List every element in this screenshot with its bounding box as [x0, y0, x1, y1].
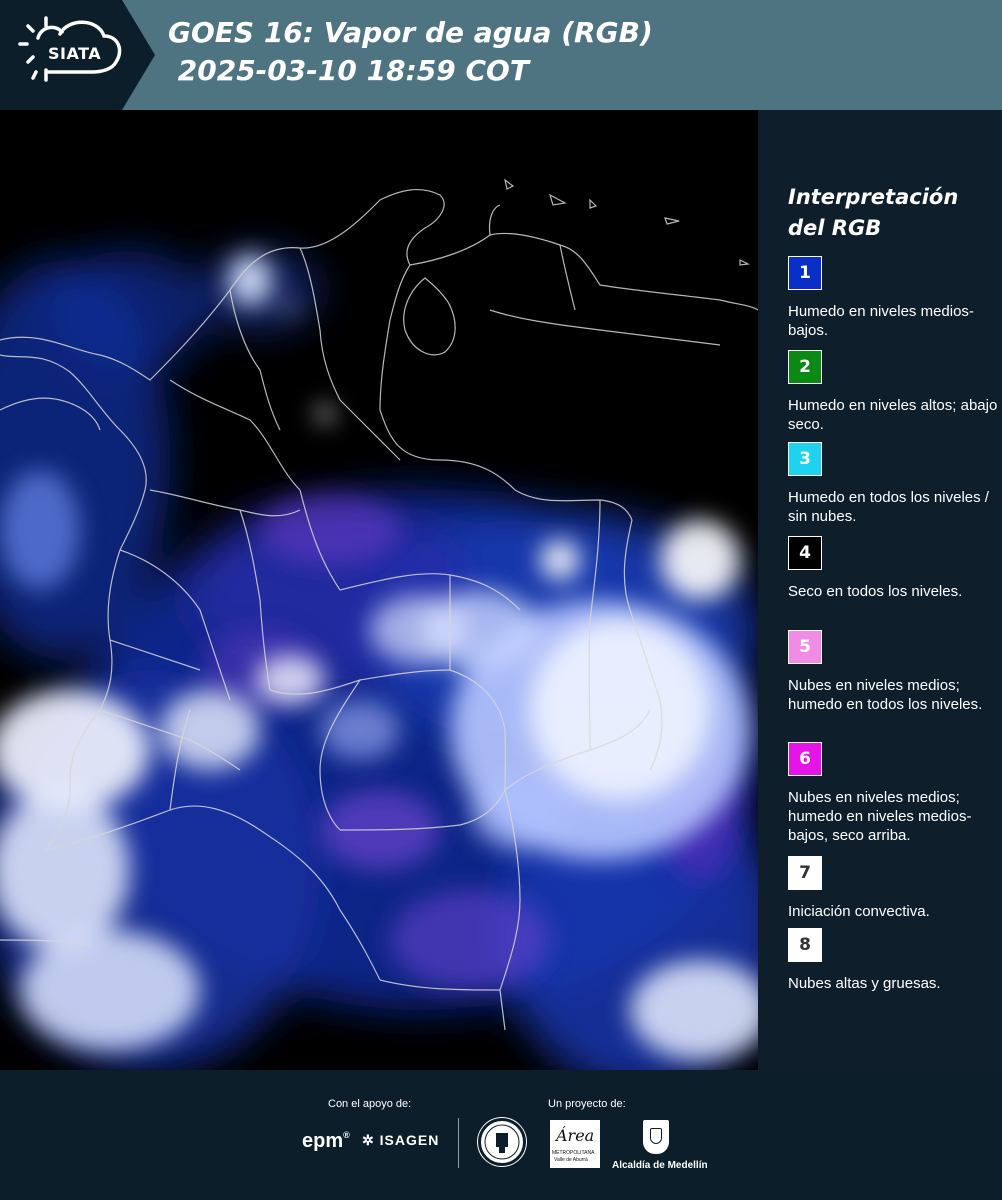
legend-description: Nubes en niveles medios; humedo en nivel… — [788, 789, 972, 844]
legend-title: Interpretación del RGB — [788, 185, 959, 240]
legend-swatch: 4 — [788, 536, 822, 570]
title-line-1: GOES 16: Vapor de agua (RGB) — [168, 16, 653, 49]
support-label: Con el apoyo de: — [328, 1098, 412, 1110]
seal-icon — [478, 1118, 526, 1166]
title-line-2: 2025-03-10 18:59 COT — [168, 54, 529, 87]
legend-item-1: 1 Humedo en niveles medios-bajos. — [788, 256, 998, 340]
legend-swatch: 5 — [788, 630, 822, 664]
isagen-logo: ✲ ISAGEN — [362, 1132, 439, 1149]
epm-logo: epm® — [302, 1130, 350, 1153]
footer: Con el apoyo de: Un proyecto de: epm® ✲ … — [0, 1070, 1002, 1200]
satellite-map[interactable] — [0, 110, 758, 1070]
legend-description: Seco en todos los niveles. — [788, 583, 963, 600]
header-bar: SIATA GOES 16: Vapor de agua (RGB) 2025-… — [0, 0, 1002, 110]
isagen-icon: ✲ — [362, 1132, 375, 1148]
logo-text: SIATA — [48, 44, 102, 63]
legend-item-6: 6 Nubes en niveles medios; humedo en nive… — [788, 742, 998, 845]
page-title: GOES 16: Vapor de agua (RGB) 2025-03-10 … — [168, 14, 653, 90]
legend-swatch: 8 — [788, 928, 822, 962]
legend-item-4: 4 Seco en todos los niveles. — [788, 536, 998, 601]
legend-item-7: 7 Iniciación convectiva. — [788, 856, 998, 921]
project-label: Un proyecto de: — [548, 1098, 626, 1110]
siata-logo: SIATA — [0, 0, 155, 110]
legend-item-2: 2 Humedo en niveles altos; abajo seco. — [788, 350, 998, 434]
legend-item-8: 8 Nubes altas y gruesas. — [788, 928, 998, 993]
legend-swatch: 6 — [788, 742, 822, 776]
legend-description: Humedo en todos los niveles / sin nubes. — [788, 489, 989, 525]
legend-description: Iniciación convectiva. — [788, 903, 930, 920]
legend-item-3: 3 Humedo en todos los niveles / sin nubes… — [788, 442, 998, 526]
legend-swatch: 3 — [788, 442, 822, 476]
isagen-text: ISAGEN — [379, 1132, 440, 1148]
area-caption-2: Valle de Aburrá — [554, 1157, 588, 1163]
registered-icon: ® — [343, 1130, 350, 1140]
area-caption: METROPOLITANA — [552, 1150, 595, 1156]
area-script: Área — [556, 1126, 595, 1145]
legend-description: Nubes en niveles medios; humedo en todos… — [788, 677, 983, 713]
legend-description: Humedo en niveles medios-bajos. — [788, 303, 974, 339]
legend-swatch: 2 — [788, 350, 822, 384]
epm-text: epm — [302, 1130, 344, 1152]
legend-item-5: 5 Nubes en niveles medios; humedo en todo… — [788, 630, 998, 714]
legend-description: Humedo en niveles altos; abajo seco. — [788, 397, 998, 433]
area-metropolitana-logo: Área METROPOLITANA Valle de Aburrá — [550, 1120, 600, 1168]
medellin-label: Alcaldía de Medellín — [612, 1160, 708, 1171]
legend-swatch: 7 — [788, 856, 822, 890]
legend-panel: Interpretación del RGB 1 Humedo en nivele… — [758, 110, 1002, 1070]
medellin-shield-icon — [643, 1120, 669, 1154]
footer-divider — [458, 1118, 459, 1168]
legend-swatch: 1 — [788, 256, 822, 290]
legend-description: Nubes altas y gruesas. — [788, 975, 941, 992]
